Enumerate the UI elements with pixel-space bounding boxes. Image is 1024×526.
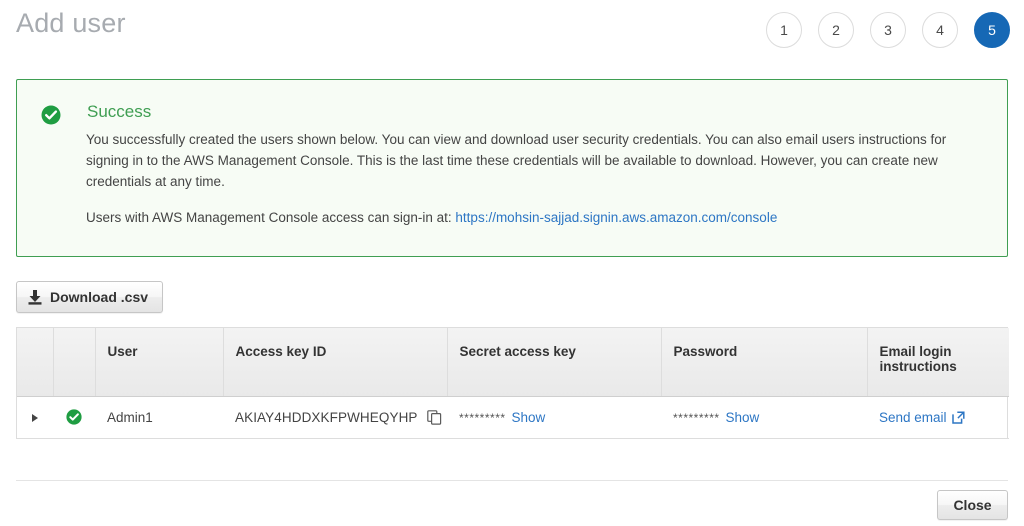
column-header-access-key-id: Access key ID <box>223 328 448 397</box>
column-header-expander <box>17 328 54 397</box>
add-user-wizard-page: Add user 1 2 3 4 5 Success You successfu… <box>0 0 1024 526</box>
alert-title: Success <box>87 102 152 121</box>
row-status-cell <box>53 396 95 439</box>
page-title: Add user <box>16 8 126 38</box>
download-icon <box>28 289 42 305</box>
alert-body-text: You successfully created the users shown… <box>86 132 947 189</box>
success-check-icon <box>66 409 82 425</box>
secret-access-key-masked: ********* <box>459 410 506 425</box>
download-csv-label: Download .csv <box>50 289 149 305</box>
success-alert: Success You successfully created the use… <box>16 79 1008 257</box>
console-signin-link[interactable]: https://mohsin-sajjad.signin.aws.amazon.… <box>455 210 777 225</box>
cell-password: ********* Show <box>661 396 867 439</box>
column-header-user: User <box>95 328 224 397</box>
wizard-step-2[interactable]: 2 <box>818 12 854 48</box>
wizard-step-4[interactable]: 4 <box>922 12 958 48</box>
column-header-email-login-instructions: Email login instructions <box>867 328 1009 397</box>
success-check-icon <box>41 105 61 125</box>
close-button[interactable]: Close <box>937 490 1008 520</box>
column-header-secret-access-key: Secret access key <box>447 328 662 397</box>
wizard-step-5[interactable]: 5 <box>974 12 1010 48</box>
cell-email-login-instructions: Send email <box>867 396 1009 439</box>
wizard-step-3[interactable]: 3 <box>870 12 906 48</box>
download-csv-button[interactable]: Download .csv <box>16 281 164 313</box>
signin-prefix-text: Users with AWS Management Console access… <box>86 210 456 225</box>
wizard-step-1[interactable]: 1 <box>766 12 802 48</box>
page-header: Add user 1 2 3 4 5 <box>0 0 1024 62</box>
table-row: Admin1 AKIAY4HDDXKFPWHEQYHP ********* Sh… <box>17 396 1009 439</box>
triangle-right-icon[interactable] <box>32 413 38 422</box>
show-password-link[interactable]: Show <box>726 410 760 425</box>
send-email-link[interactable]: Send email <box>879 410 965 425</box>
wizard-step-indicator: 1 2 3 4 5 <box>766 12 1010 48</box>
show-secret-access-key-link[interactable]: Show <box>512 410 546 425</box>
row-expander-cell[interactable] <box>17 396 53 439</box>
alert-signin-line: Users with AWS Management Console access… <box>86 207 996 228</box>
cell-access-key-id: AKIAY4HDDXKFPWHEQYHP <box>223 396 447 439</box>
credentials-table: User Access key ID Secret access key Pas… <box>16 327 1009 439</box>
access-key-id-value: AKIAY4HDDXKFPWHEQYHP <box>235 409 418 425</box>
footer-divider <box>16 480 1008 481</box>
column-header-password: Password <box>661 328 868 397</box>
external-link-icon <box>951 410 965 424</box>
table-header-row: User Access key ID Secret access key Pas… <box>17 328 1009 397</box>
column-header-status <box>53 328 96 397</box>
cell-secret-access-key: ********* Show <box>447 396 661 439</box>
password-masked: ********* <box>673 410 720 425</box>
copy-icon[interactable] <box>426 409 442 425</box>
cell-user: Admin1 <box>95 396 223 439</box>
send-email-label: Send email <box>879 409 947 425</box>
